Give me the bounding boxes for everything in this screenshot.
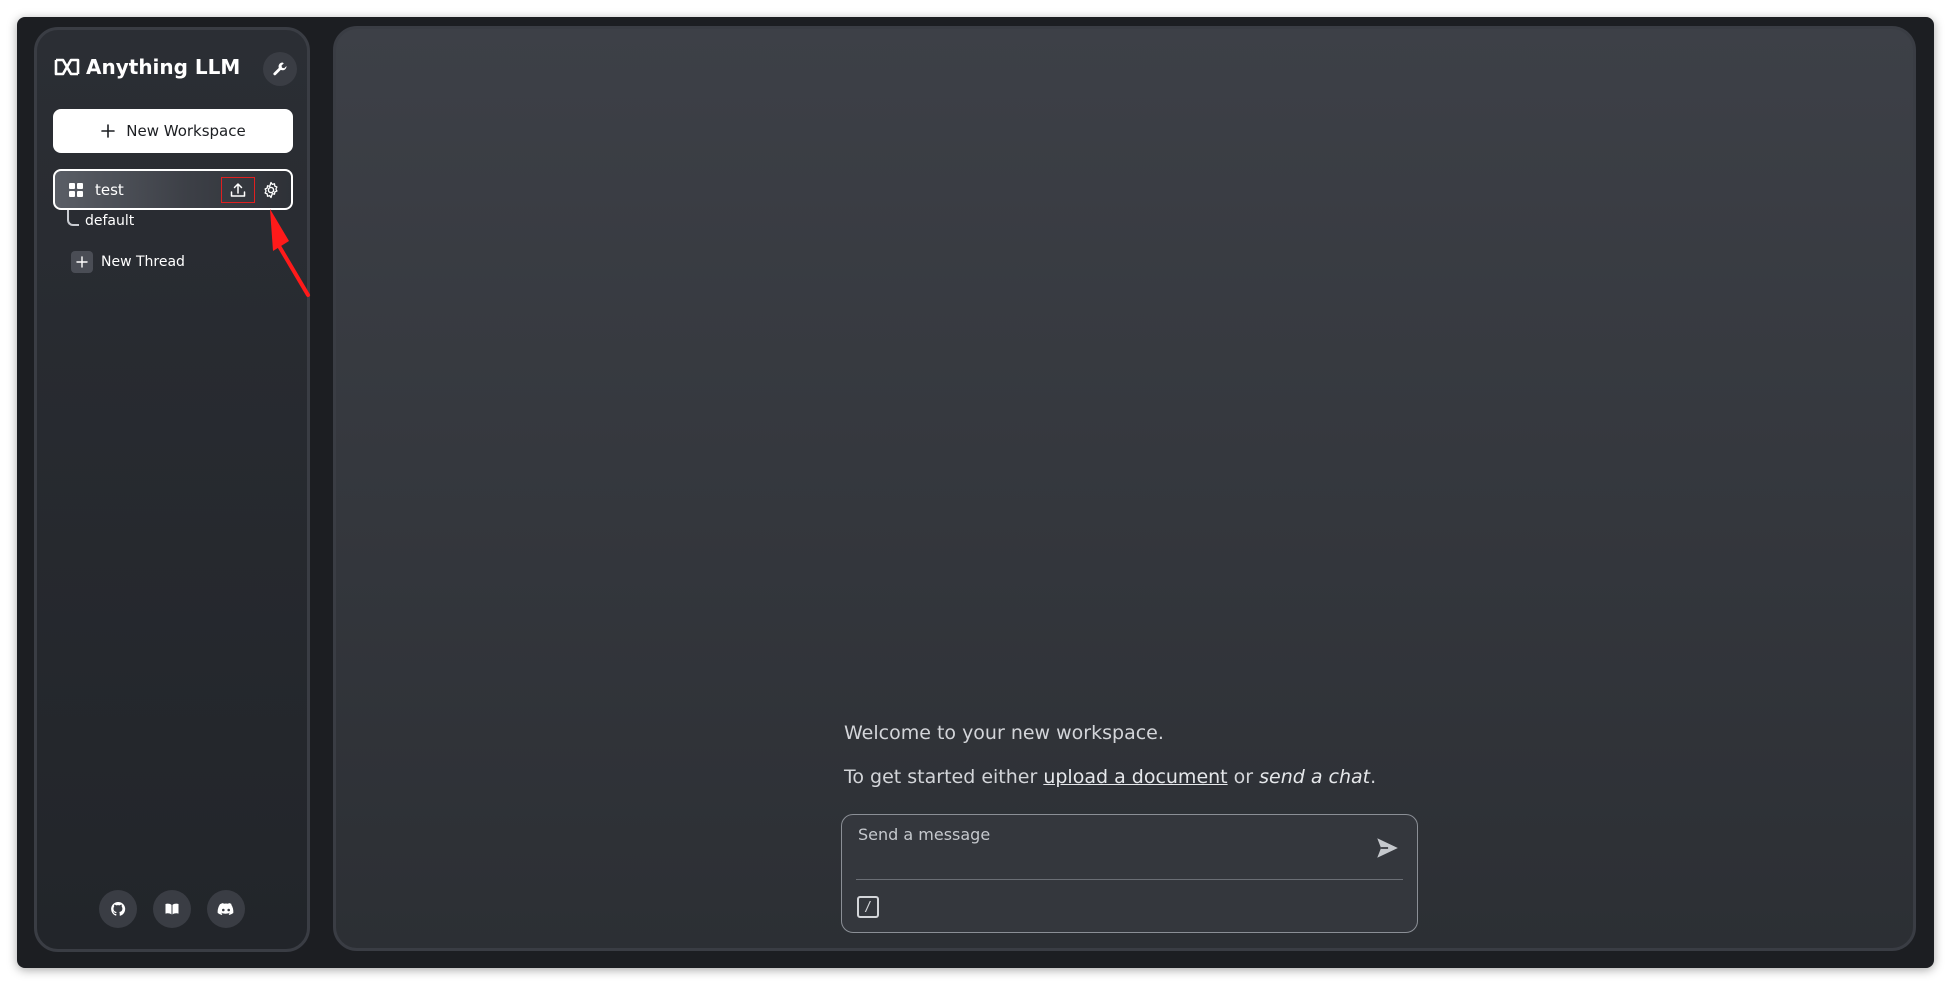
wrench-icon xyxy=(273,62,287,76)
github-link[interactable] xyxy=(99,890,137,928)
main-chat-panel: Welcome to your new workspace. To get st… xyxy=(333,26,1916,951)
app-window: Anything LLM New Workspace test default … xyxy=(17,17,1934,968)
message-composer: / xyxy=(841,814,1418,933)
workspace-item-test[interactable]: test xyxy=(53,169,293,210)
new-thread-button[interactable]: New Thread xyxy=(71,251,185,273)
docs-link[interactable] xyxy=(153,890,191,928)
workspace-name: test xyxy=(95,180,124,199)
brand: Anything LLM xyxy=(54,55,240,79)
brand-name: Anything LLM xyxy=(86,55,241,79)
upload-document-button[interactable] xyxy=(221,177,255,203)
squares-grid-icon xyxy=(69,182,83,197)
getting-started-prefix: To get started either xyxy=(844,766,1044,788)
sidebar: Anything LLM New Workspace test default … xyxy=(34,27,310,952)
getting-started-message: To get started either upload a document … xyxy=(844,766,1376,788)
plus-icon xyxy=(101,124,116,138)
new-thread-label: New Thread xyxy=(101,254,185,270)
discord-icon xyxy=(217,903,234,915)
send-chat-text: send a chat xyxy=(1259,766,1371,788)
or-text: or xyxy=(1227,766,1260,788)
anythingllm-logo-icon xyxy=(54,58,80,76)
workspace-settings-button[interactable] xyxy=(259,178,283,202)
thread-connector-line xyxy=(67,210,79,226)
settings-wrench-button[interactable] xyxy=(263,52,297,86)
gear-icon xyxy=(264,181,278,199)
new-workspace-button[interactable]: New Workspace xyxy=(53,109,293,153)
period-text: . xyxy=(1370,766,1377,788)
github-icon xyxy=(111,901,126,916)
sidebar-footer xyxy=(37,890,307,928)
upload-document-link[interactable]: upload a document xyxy=(1043,766,1227,788)
welcome-message: Welcome to your new workspace. xyxy=(844,722,1164,744)
send-message-button[interactable] xyxy=(1370,831,1404,865)
new-workspace-label: New Workspace xyxy=(126,122,246,140)
send-paper-plane-icon xyxy=(1377,838,1398,858)
message-input[interactable] xyxy=(856,823,1360,867)
plus-icon xyxy=(71,251,93,273)
docs-book-icon xyxy=(165,903,179,915)
upload-icon xyxy=(230,183,246,197)
discord-link[interactable] xyxy=(207,890,245,928)
thread-item-default[interactable]: default xyxy=(85,213,134,229)
composer-divider xyxy=(856,879,1403,880)
slash-commands-button[interactable]: / xyxy=(857,896,879,918)
